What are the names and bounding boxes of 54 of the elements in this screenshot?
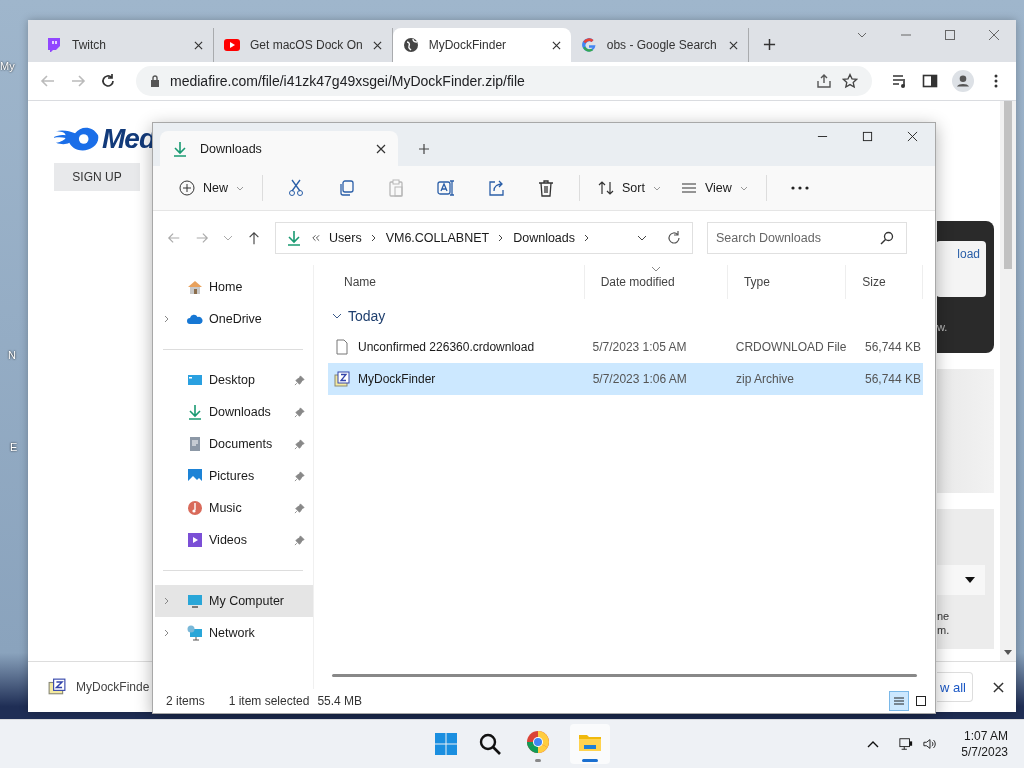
browser-tab[interactable]: obs - Google Search (570, 28, 749, 62)
explorer-tab[interactable]: Downloads (160, 131, 398, 166)
clock-date[interactable]: 5/7/2023 (961, 744, 1008, 760)
sidebar-item[interactable]: Downloads (155, 396, 313, 428)
sidebar-item[interactable]: OneDrive (155, 303, 313, 335)
address-bar[interactable]: Users VM6.COLLABNET Downloads (275, 222, 693, 254)
group-header[interactable]: Today (328, 301, 923, 331)
sidebar-item[interactable]: Pictures (155, 460, 313, 492)
sign-up-button[interactable]: SIGN UP (54, 163, 140, 191)
download-button[interactable]: load (936, 241, 986, 297)
note-text: ne (937, 609, 951, 623)
browser-tab[interactable]: Twitch (36, 28, 214, 62)
new-button[interactable]: New (173, 176, 250, 200)
desktop-icon-label: My (0, 60, 16, 72)
type-cell-text: zip Archive (735, 372, 795, 386)
file-row[interactable]: MyDockFinder 5/7/2023 1:06 AM zip Archive 56,744 KB (328, 363, 923, 395)
sidebar-item[interactable]: Home (155, 271, 313, 303)
sidebar-item[interactable]: Documents (155, 428, 313, 460)
file-name: MyDockFinder (358, 372, 436, 386)
column-header[interactable]: Type (727, 265, 847, 299)
browser-tab[interactable]: Get macOS Dock On (214, 28, 393, 62)
breadcrumb-item[interactable]: VM6.COLLABNET (385, 231, 490, 245)
sidebar-item[interactable]: Network (155, 617, 313, 649)
item-count: 2 items (166, 694, 205, 708)
clock-time[interactable]: 1:07 AM (963, 728, 1008, 744)
view-button[interactable]: View (674, 176, 754, 200)
panel-note: w. (937, 321, 948, 333)
file-row[interactable]: Unconfirmed 226360.crdownload 5/7/2023 1:05 AM CRDOWNLOAD File 56,744 KB (328, 331, 923, 363)
column-header[interactable]: Name (328, 265, 585, 299)
date-cell-text: 5/7/2023 1:06 AM (591, 372, 688, 386)
address-bar[interactable]: mediafire.com/file/i41zk47g49xsgei/MyDockFinder.zip/file (136, 66, 872, 96)
desktop-icon-label: N (8, 349, 17, 361)
breadcrumb-item[interactable]: Users (329, 231, 362, 245)
date-cell-text: 5/7/2023 1:05 AM (591, 340, 688, 354)
browser-tab[interactable]: MyDockFinder (392, 28, 571, 62)
breadcrumb-item[interactable]: Downloads (513, 231, 575, 245)
selection-size: 55.4 MB (317, 694, 363, 708)
show-all-button[interactable]: w all (937, 672, 973, 702)
column-header[interactable]: Size (846, 265, 923, 299)
column-header[interactable]: Date modified (584, 265, 728, 299)
selection-info: 1 item selected (228, 694, 310, 708)
sidebar-item[interactable]: My Computer (155, 585, 313, 617)
note-text: m. (937, 623, 951, 637)
sidebar-item[interactable]: Videos (155, 524, 313, 556)
sidebar-item[interactable]: Music (155, 492, 313, 524)
download-file-name[interactable]: MyDockFinde (76, 680, 150, 694)
sort-button[interactable]: Sort (592, 176, 667, 200)
sidebar-item[interactable]: Desktop (155, 364, 313, 396)
type-cell-text: CRDOWNLOAD File (734, 340, 847, 354)
search-field[interactable]: Search Downloads (707, 222, 907, 254)
file-name: Unconfirmed 226360.crdownload (358, 340, 535, 354)
size-cell-text: 56,744 KB (863, 340, 922, 354)
size-cell-text: 56,744 KB (863, 372, 922, 386)
desktop-icon-label: E (10, 441, 19, 453)
